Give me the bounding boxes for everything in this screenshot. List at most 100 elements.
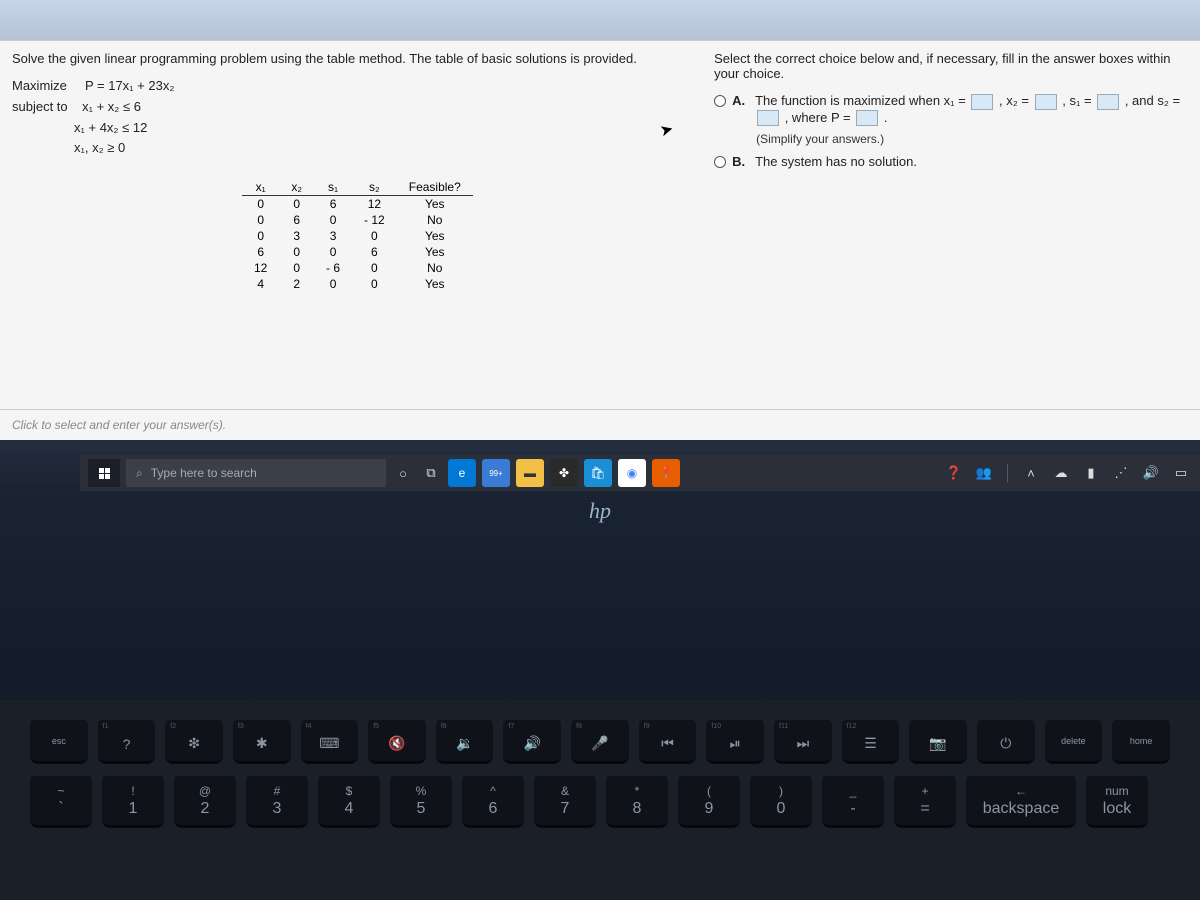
start-button[interactable]: [88, 459, 120, 487]
location-icon[interactable]: 📍: [652, 459, 680, 487]
help-tray-icon[interactable]: ❓: [943, 462, 965, 484]
key-delete[interactable]: delete: [1045, 720, 1103, 764]
cortana-icon[interactable]: ○: [392, 462, 414, 484]
question-area: Solve the given linear programming probl…: [0, 41, 1200, 409]
radio-b[interactable]: [714, 156, 726, 168]
choice-a-t2: , x₂ =: [999, 93, 1029, 108]
table-cell: 12: [352, 196, 397, 213]
subject-to-label: subject to: [12, 99, 68, 114]
choice-a-t1: The function is maximized when x₁ =: [755, 93, 966, 108]
table-cell: No: [397, 260, 473, 276]
table-row: 060- 12No: [242, 212, 473, 228]
key-9[interactable]: (9: [678, 776, 740, 828]
weather-icon[interactable]: 99+: [482, 459, 510, 487]
constraint-3: x₁, x₂ ≥ 0: [12, 138, 694, 159]
table-row: 0330Yes: [242, 228, 473, 244]
key-backspace[interactable]: ←backspace: [966, 776, 1076, 828]
key-8[interactable]: *8: [606, 776, 668, 828]
edge-icon[interactable]: e: [448, 459, 476, 487]
laptop-brand-logo: hp: [589, 498, 611, 524]
table-cell: 6: [314, 196, 352, 213]
choice-a-label: A.: [732, 93, 745, 108]
answer-box-x2[interactable]: [1035, 94, 1057, 110]
task-view-icon[interactable]: ⧉: [420, 462, 442, 484]
th-s1: s₁: [314, 179, 352, 196]
chrome-icon[interactable]: ◉: [618, 459, 646, 487]
chevron-up-icon[interactable]: ˄: [1020, 462, 1042, 484]
answer-box-s1[interactable]: [1097, 94, 1119, 110]
volume-icon[interactable]: 🔊: [1140, 462, 1162, 484]
choice-b-row[interactable]: B. The system has no solution.: [714, 154, 1188, 169]
key-fn-7[interactable]: f7🔊: [503, 720, 561, 764]
choice-a-t4: , and s₂ =: [1125, 93, 1180, 108]
hint-bar[interactable]: Click to select and enter your answer(s)…: [0, 409, 1200, 440]
table-cell: 0: [352, 228, 397, 244]
key-fn-6[interactable]: f6🔉: [436, 720, 494, 764]
table-cell: 0: [242, 228, 279, 244]
key-2[interactable]: @2: [174, 776, 236, 828]
key-0[interactable]: )0: [750, 776, 812, 828]
answer-box-p[interactable]: [856, 110, 878, 126]
taskbar: ⌕ Type here to search ○ ⧉ e 99+ ▬ ✤ 🛍 ◉ …: [80, 455, 1200, 491]
key-1[interactable]: !1: [102, 776, 164, 828]
key-7[interactable]: &7: [534, 776, 596, 828]
key-home[interactable]: home: [1112, 720, 1170, 764]
key-fn-2[interactable]: f2❇: [165, 720, 223, 764]
th-feasible: Feasible?: [397, 179, 473, 196]
radio-a[interactable]: [714, 95, 726, 107]
key-fn-1[interactable]: f1?: [98, 720, 156, 764]
key-fn-4[interactable]: f4⌨: [301, 720, 359, 764]
key-fn-5[interactable]: f5🔇: [368, 720, 426, 764]
simplify-note: (Simplify your answers.): [756, 132, 1188, 146]
key-fn-3[interactable]: f3✱: [233, 720, 291, 764]
key-fn-13[interactable]: 📷: [909, 720, 967, 764]
table-cell: 4: [242, 276, 279, 292]
key-4[interactable]: $4: [318, 776, 380, 828]
key-`[interactable]: ~`: [30, 776, 92, 828]
table-cell: 0: [314, 276, 352, 292]
table-row: 4200Yes: [242, 276, 473, 292]
key-fn-12[interactable]: f12☰: [842, 720, 900, 764]
table-row: 120- 60No: [242, 260, 473, 276]
taskbar-search[interactable]: ⌕ Type here to search: [126, 459, 386, 487]
th-x2: x₂: [279, 179, 314, 196]
key-esc[interactable]: esc: [30, 720, 88, 764]
table-cell: 0: [314, 212, 352, 228]
key-=[interactable]: +=: [894, 776, 956, 828]
key-5[interactable]: %5: [390, 776, 452, 828]
onedrive-icon[interactable]: ☁: [1050, 462, 1072, 484]
choice-a-row[interactable]: A. The function is maximized when x₁ = ,…: [714, 93, 1188, 126]
choice-b-label: B.: [732, 154, 745, 169]
table-cell: 0: [279, 260, 314, 276]
notification-icon[interactable]: ▭: [1170, 462, 1192, 484]
choice-a-t5: , where P =: [785, 110, 851, 125]
table-cell: 0: [242, 212, 279, 228]
key-lock[interactable]: numlock: [1086, 776, 1148, 828]
key-fn-10[interactable]: f10⏯: [706, 720, 764, 764]
store-icon[interactable]: 🛍: [584, 459, 612, 487]
table-cell: Yes: [397, 244, 473, 260]
system-tray: ❓ 👥 ˄ ☁ ▮ ⋰ 🔊 ▭: [943, 462, 1192, 484]
key-6[interactable]: ^6: [462, 776, 524, 828]
answer-box-x1[interactable]: [971, 94, 993, 110]
key-fn-14[interactable]: ⏻: [977, 720, 1035, 764]
people-icon[interactable]: 👥: [973, 462, 995, 484]
key--[interactable]: _-: [822, 776, 884, 828]
answer-box-s2[interactable]: [757, 110, 779, 126]
key-3[interactable]: #3: [246, 776, 308, 828]
windows-icon: [99, 468, 110, 479]
battery-icon[interactable]: ▮: [1080, 462, 1102, 484]
key-fn-9[interactable]: f9⏮: [639, 720, 697, 764]
explorer-icon[interactable]: ▬: [516, 459, 544, 487]
table-cell: - 12: [352, 212, 397, 228]
th-x1: x₁: [242, 179, 279, 196]
wifi-icon[interactable]: ⋰: [1110, 462, 1132, 484]
table-cell: 6: [352, 244, 397, 260]
table-cell: 0: [279, 244, 314, 260]
epic-icon[interactable]: ✤: [550, 459, 578, 487]
table-cell: - 6: [314, 260, 352, 276]
problem-panel: Solve the given linear programming probl…: [12, 51, 694, 399]
key-fn-8[interactable]: f8🎤: [571, 720, 629, 764]
key-fn-11[interactable]: f11⏭: [774, 720, 832, 764]
choice-a-t3: , s₁ =: [1062, 93, 1091, 108]
